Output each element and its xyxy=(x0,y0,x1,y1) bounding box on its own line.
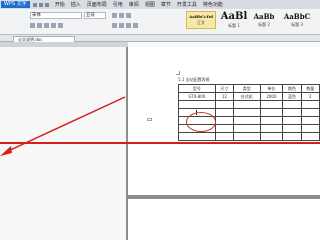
numbering-icon[interactable] xyxy=(119,13,124,18)
style-heading-2[interactable]: AaBb 标题 2 xyxy=(250,11,278,29)
table-header-cell[interactable]: 尺寸 xyxy=(214,84,235,93)
format-buttons xyxy=(30,23,63,28)
table-cell[interactable] xyxy=(214,124,235,133)
table-cell[interactable] xyxy=(178,100,216,109)
table-cell[interactable] xyxy=(214,132,235,141)
table-header-cell[interactable]: 型号 xyxy=(178,84,216,93)
align-left-icon[interactable] xyxy=(112,23,117,28)
font-size-select[interactable]: 五号 xyxy=(84,12,106,19)
table-cell[interactable] xyxy=(233,132,261,141)
table-cell[interactable] xyxy=(259,108,284,117)
bullets-icon[interactable] xyxy=(112,13,117,18)
menu-chapter[interactable]: 章节 xyxy=(161,1,171,8)
menu-features[interactable]: 特色功能 xyxy=(203,1,223,8)
italic-icon[interactable] xyxy=(37,23,42,28)
redo-icon[interactable] xyxy=(44,2,49,7)
table-cell[interactable] xyxy=(233,108,261,117)
table-row xyxy=(178,100,320,109)
table-cell[interactable] xyxy=(259,132,284,141)
table-cell[interactable] xyxy=(259,124,284,133)
table-caption: 5.1 全站配置表格 xyxy=(178,77,210,82)
menu-bar: 开始 插入 页面布局 引用 审阅 视图 章节 开发工具 特色功能 xyxy=(55,1,223,8)
annotation-line xyxy=(0,142,320,144)
table-cell[interactable] xyxy=(178,132,216,141)
bold-icon[interactable] xyxy=(30,23,35,28)
table-header-row: 型号 尺寸 类型 单价 颜色 数量 xyxy=(178,84,320,93)
menu-references[interactable]: 引用 xyxy=(113,1,123,8)
align-center-icon[interactable] xyxy=(119,23,124,28)
menu-view[interactable]: 视图 xyxy=(145,1,155,8)
table-header-cell[interactable]: 类型 xyxy=(233,84,261,93)
quick-access-toolbar xyxy=(32,2,49,7)
table-cell[interactable]: 2000 xyxy=(259,92,284,101)
highlight-icon[interactable] xyxy=(58,23,63,28)
table-cell[interactable] xyxy=(233,116,261,125)
table-cell[interactable] xyxy=(282,116,302,125)
menu-layout[interactable]: 页面布局 xyxy=(87,1,107,8)
table-header-cell[interactable]: 单价 xyxy=(259,84,284,93)
menu-home[interactable]: 开始 xyxy=(55,1,65,8)
table-cell[interactable] xyxy=(300,100,320,109)
menu-developer[interactable]: 开发工具 xyxy=(177,1,197,8)
table-header-cell[interactable]: 颜色 xyxy=(282,84,302,93)
table-cell[interactable] xyxy=(300,124,320,133)
table-cell[interactable] xyxy=(300,116,320,125)
table-cell[interactable]: 蓝色 xyxy=(282,92,302,101)
table-cell[interactable] xyxy=(282,124,302,133)
next-page[interactable] xyxy=(128,199,320,240)
font-name-select[interactable]: 宋体 xyxy=(30,12,82,19)
menu-insert[interactable]: 插入 xyxy=(71,1,81,8)
table-cell[interactable]: 2 xyxy=(300,92,320,101)
style-normal[interactable]: AaBbCcDd 正文 xyxy=(186,11,216,29)
table-cell[interactable] xyxy=(282,132,302,141)
table-row xyxy=(178,132,320,141)
justify-icon[interactable] xyxy=(133,23,138,28)
table-cell[interactable] xyxy=(214,100,235,109)
table-cell[interactable] xyxy=(300,132,320,141)
app-menu-button[interactable]: WPS 文字 xyxy=(1,1,30,8)
save-icon[interactable] xyxy=(32,2,37,7)
font-color-icon[interactable] xyxy=(51,23,56,28)
undo-icon[interactable] xyxy=(38,2,43,7)
table-cell[interactable] xyxy=(214,116,235,125)
paragraph-buttons xyxy=(112,13,131,18)
table-row: GTX-800 12 台式机 2000 蓝色 2 xyxy=(178,92,320,101)
table-cell[interactable]: GTX-800 xyxy=(178,92,216,101)
table-cell[interactable] xyxy=(233,124,261,133)
ribbon-toolbar: 宋体 五号 AaBbCcDd 正文 AaBl 标题 1 AaBb 标题 2 Aa… xyxy=(0,9,320,35)
title-bar: WPS 文字 开始 插入 页面布局 引用 审阅 视图 章节 开发工具 特色功能 xyxy=(0,0,320,9)
table-cell[interactable] xyxy=(300,108,320,117)
style-heading-3[interactable]: AaBbC 标题 3 xyxy=(280,11,314,29)
table-cell[interactable] xyxy=(233,100,261,109)
table-cell[interactable] xyxy=(259,100,284,109)
annotation-circle xyxy=(186,112,216,132)
underline-icon[interactable] xyxy=(44,23,49,28)
style-heading-1[interactable]: AaBl 标题 1 xyxy=(220,11,248,29)
table-cell[interactable] xyxy=(259,116,284,125)
document-tab-bar: 论文说明.doc xyxy=(0,35,320,42)
table-cell[interactable] xyxy=(282,108,302,117)
table-cell[interactable] xyxy=(214,108,235,117)
indent-icon[interactable] xyxy=(126,13,131,18)
page-corner-marker xyxy=(147,118,152,121)
align-right-icon[interactable] xyxy=(126,23,131,28)
align-buttons xyxy=(112,23,138,28)
menu-review[interactable]: 审阅 xyxy=(129,1,139,8)
table-cell[interactable]: 12 xyxy=(214,92,235,101)
table-cell[interactable]: 台式机 xyxy=(233,92,261,101)
table-header-cell[interactable]: 数量 xyxy=(300,84,320,93)
table-cell[interactable] xyxy=(282,100,302,109)
